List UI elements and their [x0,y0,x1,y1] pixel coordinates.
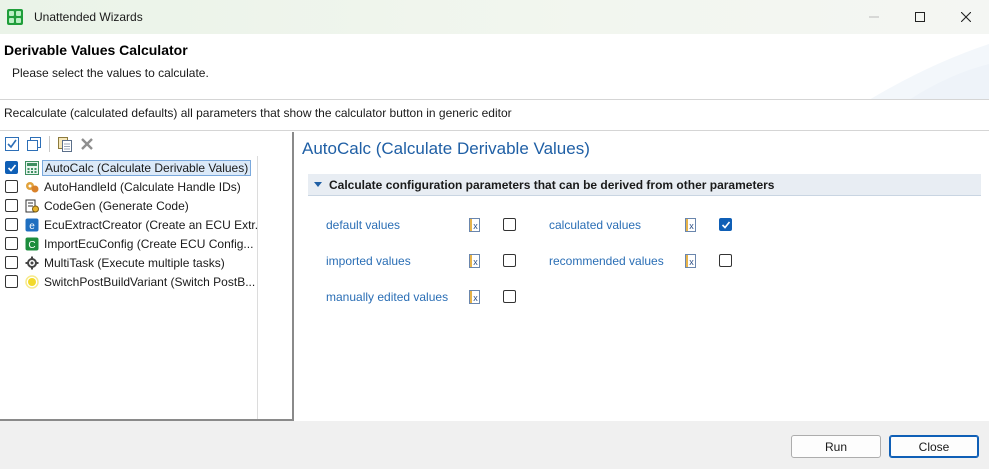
detail-title: AutoCalc (Calculate Derivable Values) [302,139,590,158]
imported-values-label: imported values [326,254,411,268]
info-x-icon[interactable]: x [469,290,481,304]
tree-item-importecuconfig[interactable]: C ImportEcuConfig (Create ECU Config... [0,234,258,253]
uncheck-all-icon [27,137,41,151]
tree-item-label: EcuExtractCreator (Create an ECU Extr... [44,217,258,232]
tree-item-checkbox[interactable] [5,218,18,231]
tree-item-switchpostbuildvariant[interactable]: SwitchPostBuildVariant (Switch PostB... [0,272,258,291]
tree-border [257,156,258,419]
svg-text:x: x [473,257,478,267]
expand-triangle-icon [314,182,322,187]
calculated-values-label: calculated values [549,218,642,232]
tree-item-checkbox[interactable] [5,237,18,250]
title-bar: Unattended Wizards [0,0,989,34]
minimize-icon [869,16,879,18]
check-all-button[interactable] [3,135,21,153]
uncheck-all-button[interactable] [25,135,43,153]
recommended-values-checkbox[interactable] [719,254,732,267]
wizard-tree: AutoCalc (Calculate Derivable Values) Au… [0,158,258,291]
manually-edited-values-checkbox[interactable] [503,290,516,303]
info-x-icon[interactable]: x [469,218,481,232]
tree-item-checkbox[interactable] [5,180,18,193]
svg-text:x: x [689,257,694,267]
tree-item-autocalc[interactable]: AutoCalc (Calculate Derivable Values) [0,158,258,177]
tree-item-label: AutoCalc (Calculate Derivable Values) [42,159,252,176]
info-x-icon[interactable]: x [469,254,481,268]
check-all-icon [5,137,19,151]
default-values-checkbox[interactable] [503,218,516,231]
default-values-label: default values [326,218,401,232]
wizard-header: Derivable Values Calculator Please selec… [0,34,989,100]
window-controls [851,0,989,34]
tree-item-checkbox[interactable] [5,161,18,174]
tree-item-autohandleid[interactable]: AutoHandleId (Calculate Handle IDs) [0,177,258,196]
handle-id-icon [24,179,40,195]
info-x-icon[interactable]: x [685,254,697,268]
svg-text:x: x [473,221,478,231]
multitask-icon [24,255,40,271]
tree-item-label: AutoHandleId (Calculate Handle IDs) [44,179,241,194]
list-toolbar [0,132,292,156]
tree-item-checkbox[interactable] [5,275,18,288]
switch-variant-icon [24,274,40,290]
button-bar: Run Close [0,421,989,469]
svg-text:e: e [29,221,35,232]
toolbar-separator [49,136,50,152]
calculated-values-checkbox[interactable] [719,218,732,231]
window-title: Unattended Wizards [34,10,143,24]
wizard-description: Recalculate (calculated defaults) all pa… [4,106,512,120]
wizard-detail-panel: AutoCalc (Calculate Derivable Values) Ca… [296,132,989,421]
svg-text:x: x [689,221,694,231]
copy-icon [58,136,72,152]
svg-text:x: x [473,293,478,303]
tree-item-checkbox[interactable] [5,256,18,269]
tree-item-label: CodeGen (Generate Code) [44,198,189,213]
section-label: Calculate configuration parameters that … [329,177,775,192]
calculator-icon [24,160,40,176]
tree-item-multitask[interactable]: MultiTask (Execute multiple tasks) [0,253,258,272]
maximize-icon [915,12,925,22]
svg-text:C: C [28,240,35,251]
manually-edited-values-label: manually edited values [326,290,449,304]
wizard-list-panel: AutoCalc (Calculate Derivable Values) Au… [0,132,294,421]
imported-values-checkbox[interactable] [503,254,516,267]
checkmark-icon [7,163,16,172]
tree-item-label: ImportEcuConfig (Create ECU Config... [44,236,254,251]
import-ecu-icon: C [24,236,40,252]
tree-item-label: SwitchPostBuildVariant (Switch PostB... [44,274,256,289]
codegen-icon [24,198,40,214]
close-window-button[interactable] [943,0,989,34]
header-decoration [870,44,989,99]
close-icon [961,12,971,22]
section-header[interactable]: Calculate configuration parameters that … [308,174,981,196]
delete-button[interactable] [78,135,96,153]
info-x-icon[interactable]: x [685,218,697,232]
maximize-button[interactable] [897,0,943,34]
delete-icon [81,138,93,150]
tree-item-label: MultiTask (Execute multiple tasks) [44,255,225,270]
header-subtitle: Please select the values to calculate. [12,66,209,80]
header-title: Derivable Values Calculator [4,42,188,58]
checkmark-icon [721,220,730,229]
copy-button[interactable] [56,135,74,153]
run-button[interactable]: Run [791,435,881,458]
app-icon [7,9,23,25]
minimize-button[interactable] [851,0,897,34]
recommended-values-label: recommended values [549,254,664,268]
tree-item-checkbox[interactable] [5,199,18,212]
tree-item-ecuextractcreator[interactable]: e EcuExtractCreator (Create an ECU Extr.… [0,215,258,234]
ecu-extract-icon: e [24,217,40,233]
tree-item-codegen[interactable]: CodeGen (Generate Code) [0,196,258,215]
divider [0,130,989,131]
close-button[interactable]: Close [889,435,979,458]
